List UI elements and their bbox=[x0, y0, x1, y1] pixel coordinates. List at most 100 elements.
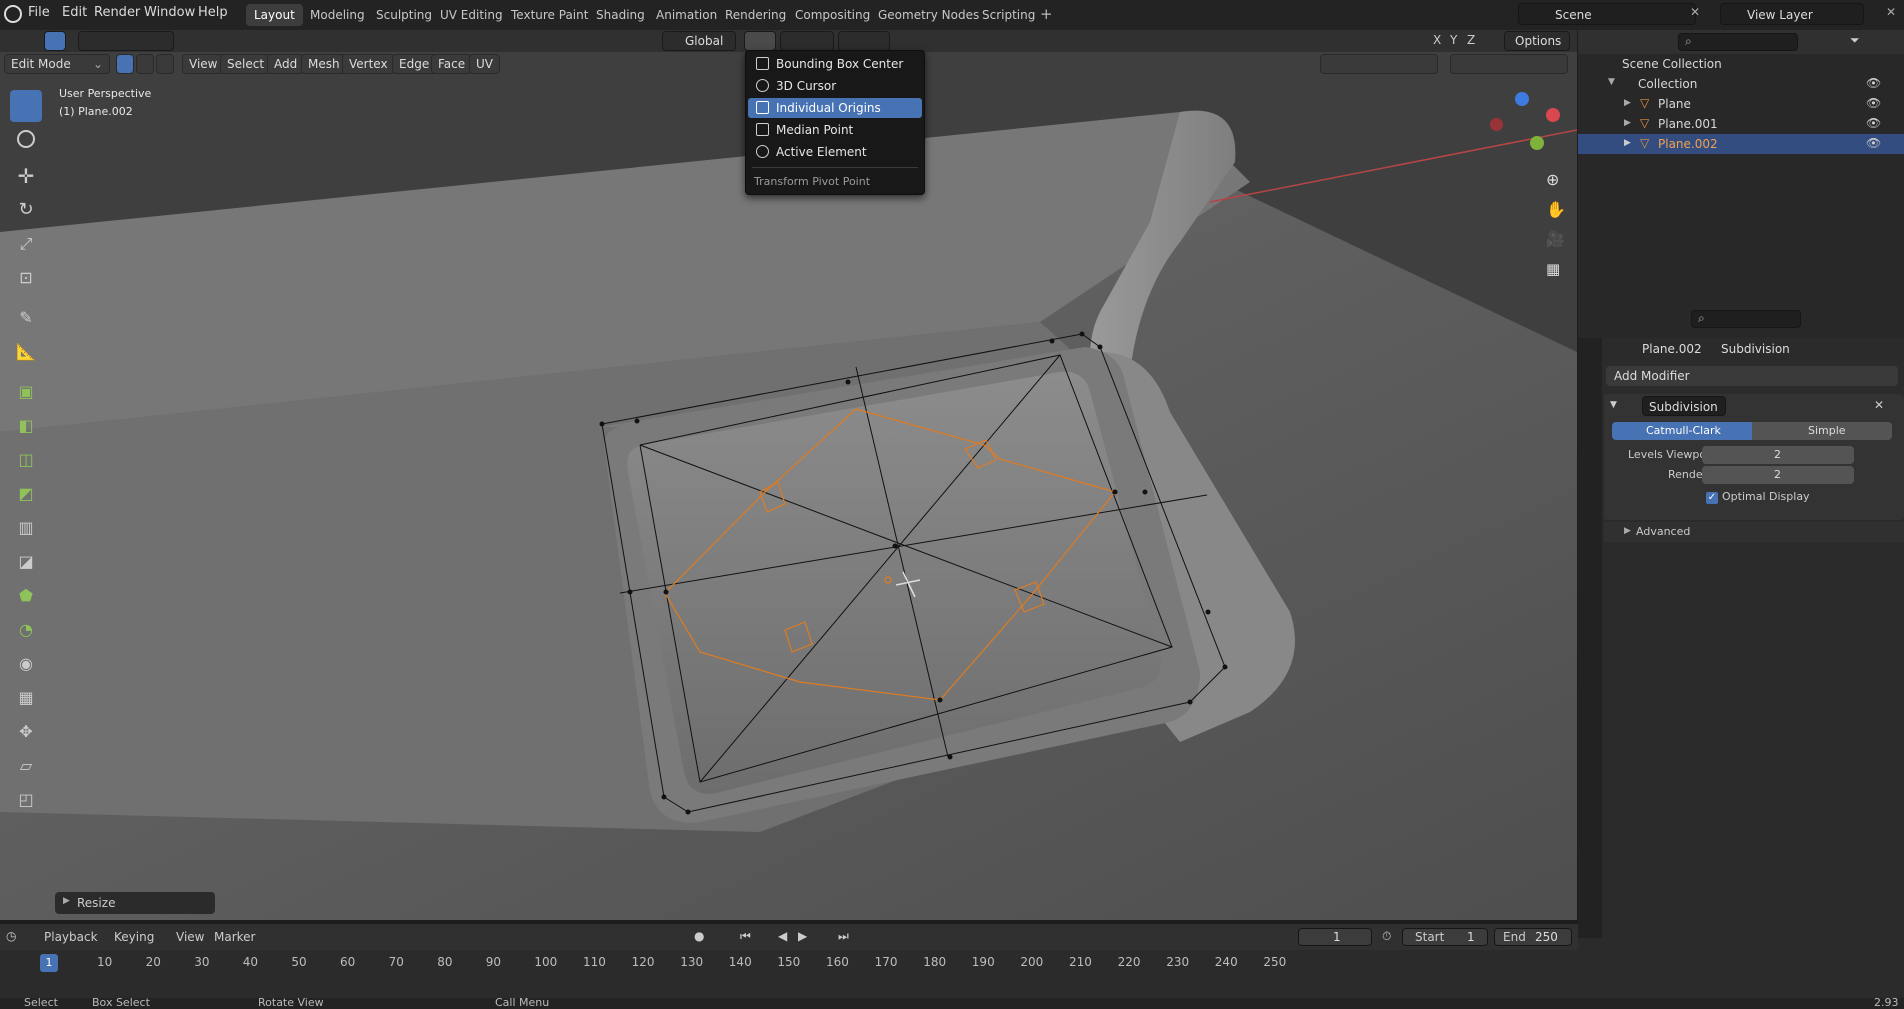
scene-close-icon[interactable]: ✕ bbox=[1690, 5, 1700, 19]
orientation-dropdown[interactable]: Global bbox=[662, 31, 736, 51]
tab-compositing[interactable]: Compositing bbox=[787, 4, 878, 26]
rotate-tool-icon[interactable]: ↻ bbox=[10, 194, 42, 226]
play-icon[interactable]: ▶ bbox=[798, 929, 807, 943]
viewport-menu-add[interactable]: Add bbox=[267, 54, 305, 74]
select-box-tool-icon[interactable] bbox=[10, 90, 42, 122]
viewport-menu-view[interactable]: View bbox=[182, 54, 225, 74]
collapse-triangle-icon[interactable]: ▼ bbox=[1608, 77, 1615, 87]
eye-icon[interactable]: 👁 bbox=[1866, 136, 1881, 150]
pivot-active-element[interactable]: Active Element bbox=[748, 142, 922, 162]
pivot-point-menu[interactable]: Bounding Box Center 3D Cursor Individual… bbox=[745, 50, 925, 195]
jump-start-icon[interactable]: ⏮ bbox=[740, 929, 751, 944]
expand-triangle-icon[interactable]: ▶ bbox=[1624, 118, 1631, 128]
menu-keying[interactable]: Keying bbox=[114, 930, 154, 944]
operator-panel[interactable]: ▶ Resize bbox=[55, 892, 215, 914]
expand-triangle-icon[interactable]: ▶ bbox=[1624, 138, 1631, 148]
select-mode-face[interactable] bbox=[156, 54, 174, 74]
add-cube-tool-icon[interactable]: ▣ bbox=[10, 376, 42, 408]
shrink-fatten-tool-icon[interactable]: ✥ bbox=[10, 716, 42, 748]
expand-triangle-icon[interactable]: ▶ bbox=[1624, 98, 1631, 108]
scale-tool-icon[interactable]: ⤢ bbox=[10, 228, 42, 260]
viewport-menu-vertex[interactable]: Vertex bbox=[342, 54, 395, 74]
tab-shading[interactable]: Shading bbox=[588, 4, 653, 26]
axis-y-toggle[interactable]: Y bbox=[1450, 33, 1457, 47]
tab-rendering[interactable]: Rendering bbox=[717, 4, 794, 26]
select-mode-buttons[interactable] bbox=[78, 31, 174, 51]
tab-sculpting[interactable]: Sculpting bbox=[368, 4, 440, 26]
advanced-subpanel[interactable]: ▶ Advanced bbox=[1604, 522, 1904, 542]
spin-tool-icon[interactable]: ◔ bbox=[10, 614, 42, 646]
tool-select-icon[interactable] bbox=[44, 31, 66, 51]
edge-slide-tool-icon[interactable]: ▦ bbox=[10, 682, 42, 714]
tab-scripting[interactable]: Scripting bbox=[974, 4, 1043, 26]
menu-file[interactable]: File bbox=[28, 5, 50, 20]
poly-build-tool-icon[interactable]: ⬟ bbox=[10, 580, 42, 612]
outliner-collection[interactable]: ▼ Collection 👁 bbox=[1578, 74, 1904, 94]
smooth-tool-icon[interactable]: ◉ bbox=[10, 648, 42, 680]
viewport-menu-uv[interactable]: UV bbox=[469, 54, 500, 74]
overlay-toggles[interactable] bbox=[1320, 54, 1438, 74]
zoom-icon[interactable]: ⊕ bbox=[1546, 170, 1559, 189]
tab-uv-editing[interactable]: UV Editing bbox=[432, 4, 511, 26]
view-layer-selector[interactable]: View Layer bbox=[1720, 3, 1864, 25]
viewport-menu-edge[interactable]: Edge bbox=[392, 54, 437, 74]
shear-tool-icon[interactable]: ▱ bbox=[10, 750, 42, 782]
menu-render[interactable]: Render bbox=[94, 5, 140, 20]
navigation-gizmo[interactable] bbox=[1490, 92, 1562, 164]
tab-animation[interactable]: Animation bbox=[648, 4, 725, 26]
tab-geometry-nodes[interactable]: Geometry Nodes bbox=[870, 4, 987, 26]
proportional-edit-button[interactable] bbox=[838, 31, 890, 51]
pivot-point-button[interactable] bbox=[744, 31, 776, 51]
eye-icon[interactable]: 👁 bbox=[1866, 116, 1881, 130]
knife-tool-icon[interactable]: ◪ bbox=[10, 546, 42, 578]
move-tool-icon[interactable]: ✛ bbox=[10, 160, 42, 192]
inset-tool-icon[interactable]: ◫ bbox=[10, 444, 42, 476]
close-icon[interactable]: ✕ bbox=[1874, 398, 1884, 412]
pan-hand-icon[interactable]: ✋ bbox=[1546, 200, 1566, 219]
outliner-search[interactable]: ⌕ bbox=[1678, 33, 1798, 51]
snap-button[interactable] bbox=[780, 31, 834, 51]
editor-type-icon[interactable]: ◷ bbox=[6, 929, 16, 943]
extrude-tool-icon[interactable]: ◧ bbox=[10, 410, 42, 442]
stopwatch-icon[interactable]: ⏱ bbox=[1382, 929, 1391, 944]
outliner-object-plane-002[interactable]: ▶ ▽ Plane.002 👁 bbox=[1578, 134, 1904, 154]
cursor-tool-icon[interactable] bbox=[10, 124, 42, 156]
menu-edit[interactable]: Edit bbox=[62, 5, 87, 20]
view-layer-close-icon[interactable]: ✕ bbox=[1886, 5, 1896, 19]
options-dropdown[interactable]: Options bbox=[1504, 31, 1570, 51]
mode-dropdown[interactable]: Edit Mode ⌄ bbox=[4, 54, 110, 74]
optimal-display-checkbox[interactable]: ✓ bbox=[1706, 492, 1718, 504]
bevel-tool-icon[interactable]: ◩ bbox=[10, 478, 42, 510]
blender-logo-icon[interactable] bbox=[4, 5, 22, 23]
tab-texture-paint[interactable]: Texture Paint bbox=[503, 4, 596, 26]
pivot-median-point[interactable]: Median Point bbox=[748, 120, 922, 140]
eye-icon[interactable]: 👁 bbox=[1866, 96, 1881, 110]
properties-search[interactable]: ⌕ bbox=[1691, 310, 1801, 328]
filter-icon[interactable]: ⏷ bbox=[1850, 33, 1860, 48]
select-mode-edge[interactable] bbox=[136, 54, 154, 74]
menu-window[interactable]: Window bbox=[144, 5, 195, 20]
menu-playback[interactable]: Playback bbox=[44, 930, 98, 944]
render-levels-field[interactable]: 2 bbox=[1702, 466, 1854, 484]
axis-x-toggle[interactable]: X bbox=[1433, 33, 1441, 47]
axis-x-icon[interactable] bbox=[1546, 108, 1560, 122]
viewport-menu-face[interactable]: Face bbox=[431, 54, 473, 74]
simple-button[interactable]: Simple bbox=[1752, 422, 1892, 440]
end-frame-field[interactable]: End 250 bbox=[1494, 928, 1572, 946]
shading-buttons[interactable] bbox=[1450, 54, 1568, 74]
tab-modeling[interactable]: Modeling bbox=[302, 4, 373, 26]
scene-selector[interactable]: Scene bbox=[1518, 3, 1696, 25]
menu-help[interactable]: Help bbox=[198, 5, 228, 20]
outliner-object-plane-001[interactable]: ▶ ▽ Plane.001 👁 bbox=[1578, 114, 1904, 134]
start-frame-field[interactable]: Start 1 bbox=[1402, 928, 1488, 946]
viewport-menu-mesh[interactable]: Mesh bbox=[301, 54, 347, 74]
axis-y-icon[interactable] bbox=[1530, 136, 1544, 150]
annotate-tool-icon[interactable]: ✎ bbox=[10, 302, 42, 334]
axis-neg-x-icon[interactable] bbox=[1490, 118, 1503, 131]
pivot-bounding-box-center[interactable]: Bounding Box Center bbox=[748, 54, 922, 74]
play-reverse-icon[interactable]: ◀ bbox=[778, 929, 787, 943]
tab-layout[interactable]: Layout bbox=[246, 4, 303, 26]
outliner-object-plane[interactable]: ▶ ▽ Plane 👁 bbox=[1578, 94, 1904, 114]
jump-end-icon[interactable]: ⏭ bbox=[838, 929, 849, 944]
collapse-triangle-icon[interactable]: ▼ bbox=[1610, 400, 1617, 410]
